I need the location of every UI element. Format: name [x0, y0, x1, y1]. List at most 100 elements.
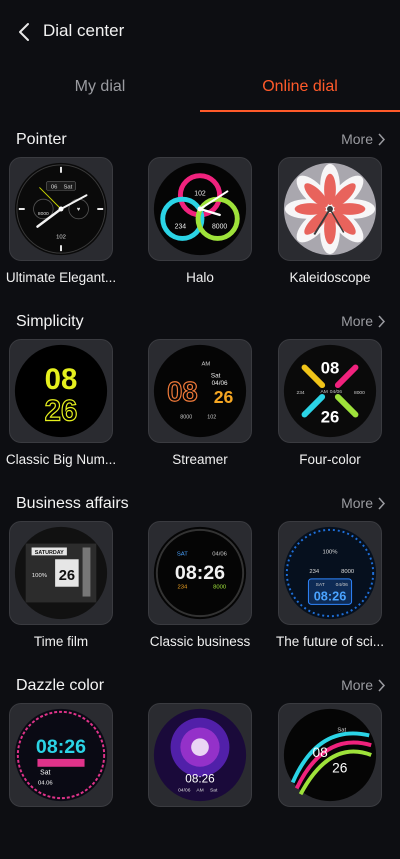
watch-face-rings: 102 234 8000	[153, 162, 247, 256]
watch-face-dazzle-3: Sat 08 26	[283, 708, 377, 802]
dial-card-ultimate-elegant[interactable]: 06 Sat 8000 ♥ 102 Ultimate Elegant...	[0, 157, 120, 309]
section-title: Pointer	[16, 131, 67, 148]
face-hours: 08	[45, 363, 78, 396]
dial-card-future-of-science[interactable]: 100% 234 8000 SAT 04/06 08:26 The future…	[269, 521, 389, 673]
face-weekday: Sat	[337, 727, 346, 733]
face-left-value: 234	[296, 390, 304, 396]
dial-name: Four-color	[299, 452, 361, 467]
dial-card-halo[interactable]: 102 234 8000 Halo	[139, 157, 259, 309]
dial-name: Time film	[33, 634, 89, 649]
dial-preview: SAT 04/06 08:26 234 8000	[148, 521, 252, 625]
dial-name: Classic business	[149, 634, 251, 649]
more-label: More	[341, 313, 373, 329]
dial-preview: Sat 08 26	[278, 703, 382, 807]
dial-card-kaleidoscope[interactable]: Kaleidoscope	[269, 157, 389, 309]
more-link[interactable]: More	[341, 131, 386, 147]
dial-card-four-color[interactable]: 08 26 AM 04/06 234 8000 Four-color	[269, 339, 389, 491]
svg-text:♥: ♥	[77, 207, 81, 213]
dial-preview: 100% 234 8000 SAT 04/06 08:26	[278, 521, 382, 625]
dial-preview: AM 08 Sat 04/06 26 8000 102	[148, 339, 252, 443]
face-left-value: 234	[309, 569, 320, 575]
face-left-value: 234	[175, 224, 187, 231]
face-date: 04.06	[38, 780, 53, 786]
dial-card-dazzle-2[interactable]: 08:26 04/06 AM Sat	[139, 703, 259, 855]
face-weekday: Sat	[210, 787, 218, 793]
face-top-value: 102	[194, 190, 206, 197]
face-date: 04/06	[178, 787, 191, 793]
dial-name: Ultimate Elegant...	[5, 270, 117, 285]
section-title: Dazzle color	[16, 677, 105, 694]
section-dazzle-color: Dazzle color More 08:26 Sat 04.06 08:26 …	[0, 677, 400, 859]
face-time: 08:26	[36, 736, 86, 758]
dial-preview: SATURDAY 26 100%	[9, 521, 113, 625]
dial-card-classic-big-number[interactable]: 08 26 Classic Big Num...	[0, 339, 120, 491]
chevron-left-icon[interactable]	[14, 20, 36, 44]
page-title: Dial center	[43, 21, 125, 40]
dial-name: Streamer	[172, 452, 228, 467]
watch-face-streamer: AM 08 Sat 04/06 26 8000 102	[153, 344, 247, 438]
more-link[interactable]: More	[341, 313, 386, 329]
chevron-right-icon	[378, 314, 386, 328]
face-weekday: Sat	[211, 372, 221, 379]
dial-name: Kaleidoscope	[289, 270, 371, 285]
watch-face-dazzle-1: 08:26 Sat 04.06	[14, 708, 108, 802]
face-ampm: AM	[201, 362, 210, 368]
dial-preview: 06 Sat 8000 ♥ 102	[9, 157, 113, 261]
more-link[interactable]: More	[341, 677, 386, 693]
face-steps: 8000	[180, 414, 192, 420]
face-date: 04/06	[212, 551, 227, 557]
face-time: 08:26	[175, 562, 225, 584]
dial-card-dazzle-3[interactable]: Sat 08 26	[269, 703, 389, 855]
face-minutes: 26	[59, 568, 75, 584]
dial-card-classic-business[interactable]: SAT 04/06 08:26 234 8000 Classic busines…	[139, 521, 259, 673]
face-weekday: Sat	[40, 770, 50, 777]
section-title: Business affairs	[16, 495, 129, 512]
more-label: More	[341, 131, 373, 147]
watch-face-classic-business: SAT 04/06 08:26 234 8000	[153, 526, 247, 620]
face-bottom-value: 102	[56, 234, 66, 240]
dial-preview: 08:26 04/06 AM Sat	[148, 703, 252, 807]
watch-face-dazzle-2: 08:26 04/06 AM Sat	[153, 708, 247, 802]
section-title: Simplicity	[16, 313, 84, 330]
face-time: 08:26	[314, 588, 347, 603]
face-date: 04/06	[330, 389, 343, 395]
section-business-affairs: Business affairs More SATURDAY 26 100% T…	[0, 495, 400, 677]
dial-name: The future of sci...	[275, 634, 385, 649]
face-weekday: SAT	[177, 551, 188, 557]
dial-preview: 08:26 Sat 04.06	[9, 703, 113, 807]
dial-card-time-film[interactable]: SATURDAY 26 100% Time film	[0, 521, 120, 673]
dial-preview: 08 26	[9, 339, 113, 443]
face-hours: 08	[167, 376, 198, 407]
face-hours: 08	[321, 358, 340, 377]
dial-name: Halo	[186, 270, 214, 285]
more-link[interactable]: More	[341, 495, 386, 511]
more-label: More	[341, 495, 373, 511]
watch-face-kaleidoscope	[283, 162, 377, 256]
face-date: 04/06	[336, 582, 349, 588]
tab-my-dial[interactable]: My dial	[0, 78, 200, 96]
tab-online-dial[interactable]: Online dial	[200, 78, 400, 96]
dial-card-dazzle-1[interactable]: 08:26 Sat 04.06	[0, 703, 120, 855]
face-minutes: 26	[45, 394, 78, 427]
active-tab-indicator	[200, 110, 400, 112]
chevron-right-icon	[378, 132, 386, 146]
more-label: More	[341, 677, 373, 693]
face-hours: 08	[313, 745, 329, 760]
face-right-value: 8000	[341, 569, 355, 575]
dial-preview: 102 234 8000	[148, 157, 252, 261]
watch-face-analog: 06 Sat 8000 ♥ 102	[14, 162, 108, 256]
tab-bar: My dial Online dial	[0, 64, 400, 114]
chevron-right-icon	[378, 678, 386, 692]
dial-card-streamer[interactable]: AM 08 Sat 04/06 26 8000 102 Streamer	[139, 339, 259, 491]
dial-preview: 08 26 AM 04/06 234 8000	[278, 339, 382, 443]
face-left-value: 8000	[38, 211, 49, 217]
watch-face-time-film: SATURDAY 26 100%	[14, 526, 108, 620]
face-battery: 100%	[32, 573, 48, 579]
watch-face-big-number: 08 26	[14, 344, 108, 438]
watch-face-four-color: 08 26 AM 04/06 234 8000	[283, 344, 377, 438]
header: Dial center	[0, 0, 400, 64]
face-right-value: 8000	[354, 390, 365, 396]
face-right-value: 8000	[213, 585, 227, 591]
face-weekday: SAT	[316, 582, 325, 588]
face-ampm: AM	[196, 787, 203, 793]
